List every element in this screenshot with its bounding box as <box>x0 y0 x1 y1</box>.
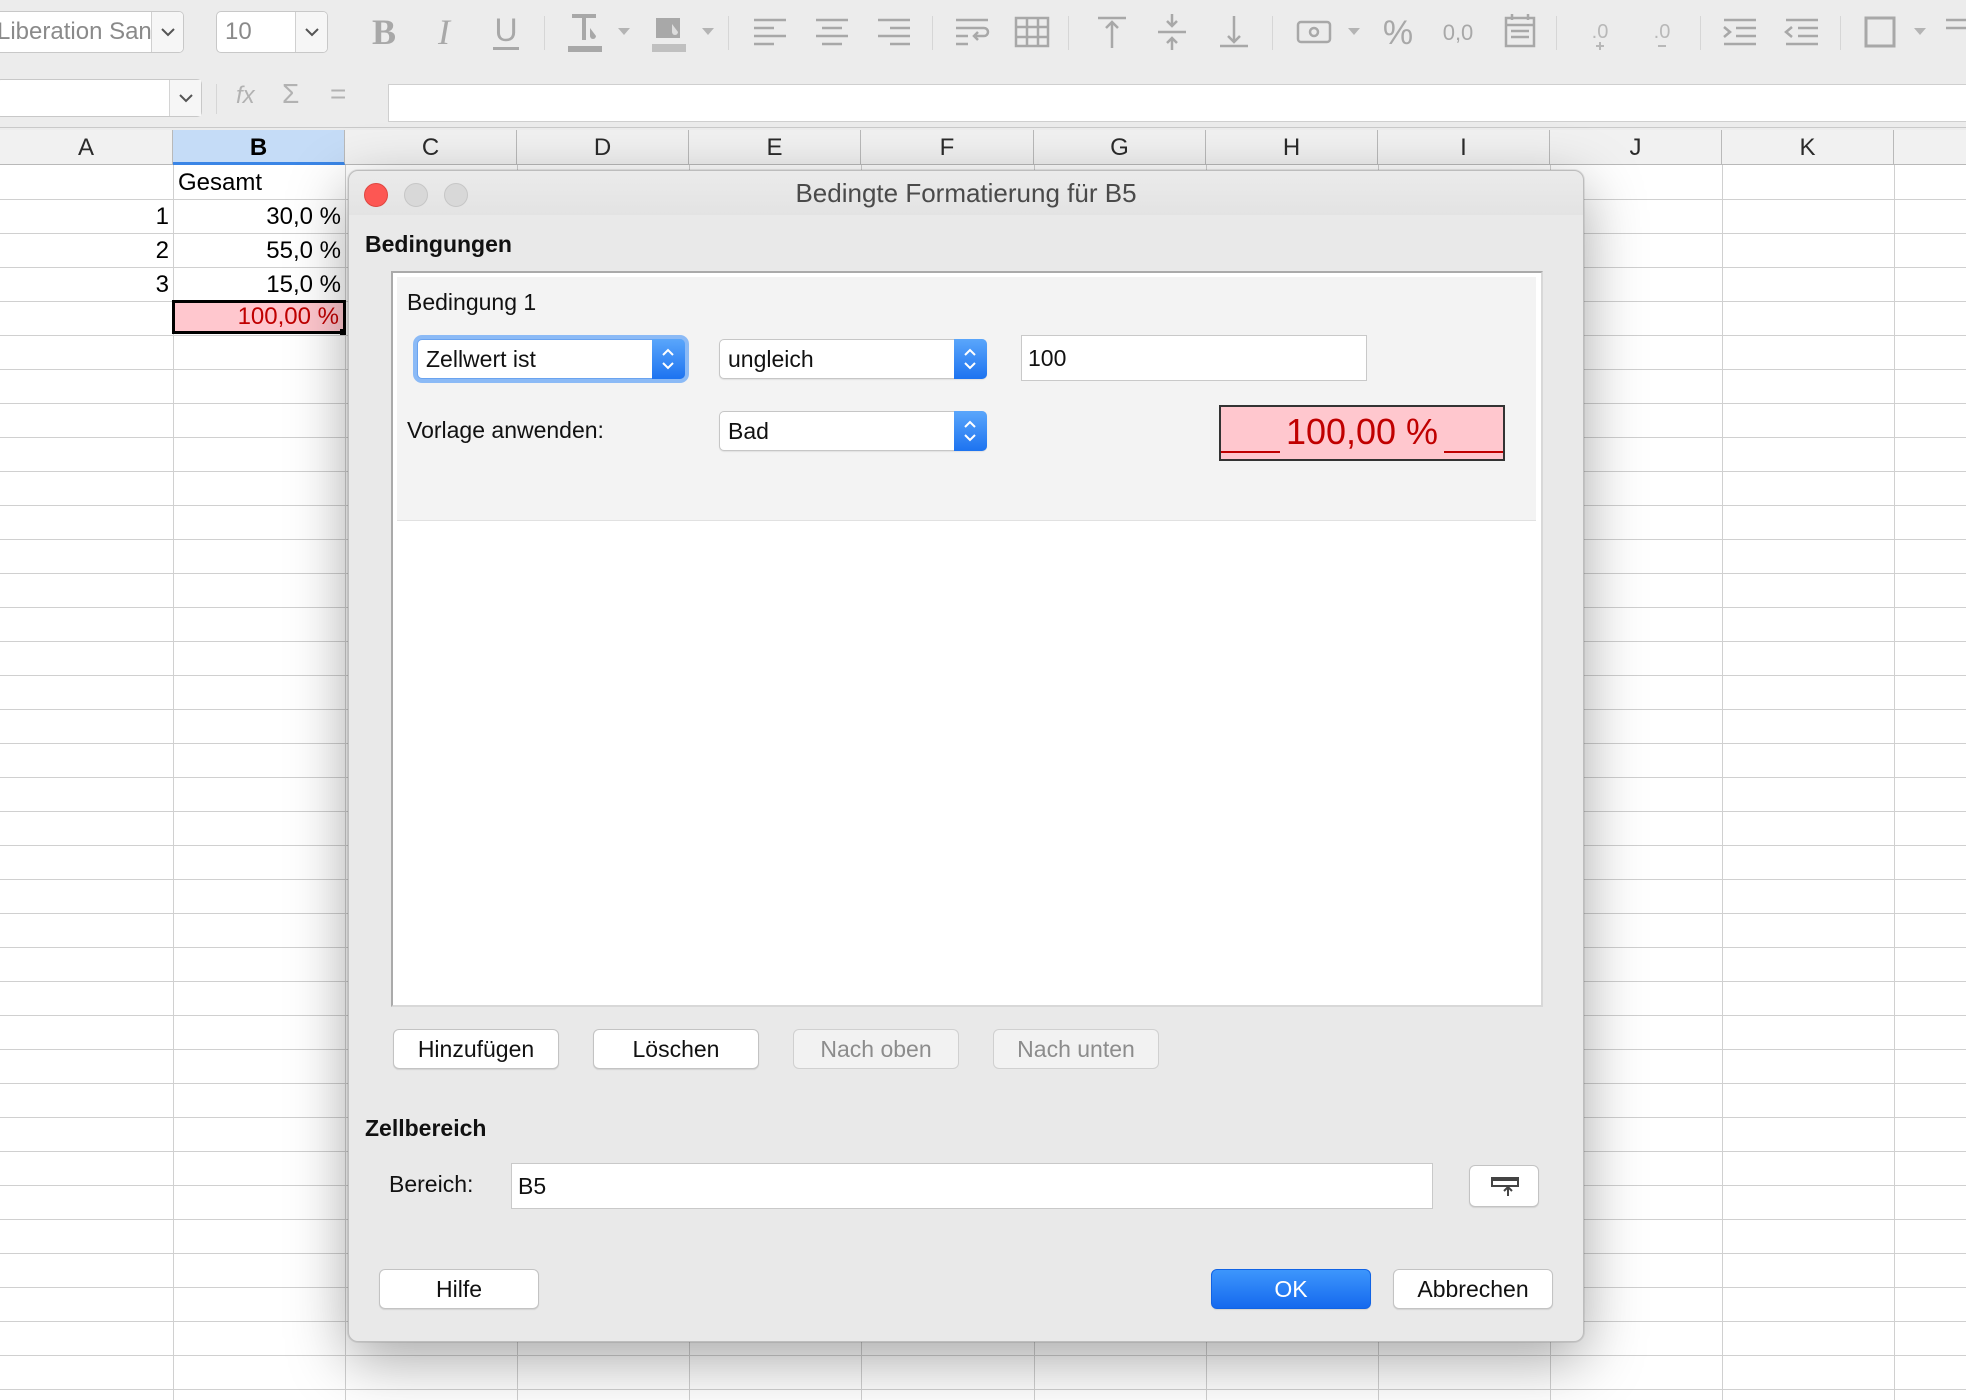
delete-decimal-icon[interactable]: .0 <box>1640 10 1684 54</box>
conditional-formatting-dialog: Bedingte Formatierung für B5 Bedingungen… <box>348 170 1584 1342</box>
increase-indent-icon[interactable] <box>1718 10 1762 54</box>
style-value: Bad <box>728 418 769 444</box>
add-decimal-icon[interactable]: .0 <box>1578 10 1622 54</box>
sum-icon[interactable]: Σ <box>282 78 299 110</box>
name-box[interactable] <box>0 79 202 117</box>
borders-icon[interactable] <box>1858 10 1902 54</box>
dialog-title: Bedingte Formatierung für B5 <box>795 178 1137 208</box>
apply-style-label: Vorlage anwenden: <box>407 417 604 443</box>
cell-a4[interactable]: 3 <box>0 268 173 301</box>
shrink-dialog-button[interactable] <box>1469 1165 1539 1207</box>
font-name-combo[interactable]: Liberation Sans <box>0 11 184 53</box>
cancel-button[interactable]: Abbrechen <box>1393 1269 1553 1309</box>
align-top-icon[interactable] <box>1090 10 1134 54</box>
column-header-b[interactable]: B <box>173 130 345 165</box>
range-input[interactable]: B5 <box>511 1163 1433 1209</box>
dialog-titlebar[interactable]: Bedingte Formatierung für B5 <box>349 171 1583 215</box>
delete-button[interactable]: Löschen <box>593 1029 759 1069</box>
column-header-g[interactable]: G <box>1034 130 1206 165</box>
style-select[interactable]: Bad <box>719 411 987 451</box>
align-bottom-icon[interactable] <box>1212 10 1256 54</box>
move-up-button[interactable]: Nach oben <box>793 1029 959 1069</box>
condition-entry[interactable]: Bedingung 1 Zellwert ist ungleich 100 Vo… <box>397 277 1536 521</box>
wrap-text-icon[interactable] <box>950 10 994 54</box>
function-wizard-icon[interactable]: fx <box>236 82 255 110</box>
chevron-down-icon[interactable] <box>169 80 201 116</box>
font-size-combo[interactable]: 10 <box>216 11 328 53</box>
select-stepper-icon <box>954 339 987 379</box>
conditions-list[interactable]: Bedingung 1 Zellwert ist ungleich 100 Vo… <box>391 271 1543 1007</box>
currency-format-icon[interactable] <box>1292 10 1336 54</box>
svg-text:.0: .0 <box>1654 21 1671 43</box>
font-name-value: Liberation Sans <box>0 18 164 45</box>
align-right-icon[interactable] <box>872 10 916 54</box>
font-size-value: 10 <box>225 18 252 45</box>
ok-button[interactable]: OK <box>1211 1269 1371 1309</box>
date-format-icon[interactable] <box>1498 10 1542 54</box>
style-preview: 100,00 % <box>1219 405 1505 461</box>
svg-text:%: % <box>1383 14 1413 52</box>
column-header-d[interactable]: D <box>517 130 689 165</box>
conditions-heading: Bedingungen <box>365 231 512 257</box>
cell-b4[interactable]: 15,0 % <box>173 268 345 301</box>
condition-operator-select[interactable]: ungleich <box>719 339 987 379</box>
column-header-e[interactable]: E <box>689 130 861 165</box>
column-header-k[interactable]: K <box>1722 130 1894 165</box>
cell-b1[interactable]: Gesamt <box>176 166 344 199</box>
column-header-h[interactable]: H <box>1206 130 1378 165</box>
column-header-l[interactable] <box>1894 130 1966 165</box>
range-label: Bereich: <box>389 1171 474 1197</box>
condition-operator-value: ungleich <box>728 346 814 372</box>
select-stepper-icon <box>652 339 685 379</box>
number-format-icon[interactable]: 0,0 <box>1436 10 1480 54</box>
column-header-row: A B C D E F G H I J K <box>0 130 1966 165</box>
condition-label: Bedingung 1 <box>407 289 537 315</box>
formatting-toolbar: Liberation Sans 10 B I U % 0,0 .0 .0 <box>0 0 1966 66</box>
svg-text:B: B <box>372 12 396 52</box>
font-color-icon[interactable] <box>562 10 606 54</box>
underline-icon[interactable]: U <box>484 10 528 54</box>
help-button[interactable]: Hilfe <box>379 1269 539 1309</box>
more-icon[interactable] <box>1940 10 1966 54</box>
chevron-down-icon[interactable] <box>151 12 183 52</box>
highlight-color-icon[interactable] <box>646 10 690 54</box>
cell-b5-selected[interactable]: 100,00 % <box>172 300 346 334</box>
condition-type-value: Zellwert ist <box>426 346 536 372</box>
column-header-a[interactable]: A <box>0 130 173 165</box>
fill-handle[interactable] <box>340 329 346 335</box>
merge-cells-icon[interactable] <box>1010 10 1054 54</box>
shrink-icon <box>1491 1177 1519 1196</box>
style-preview-text: 100,00 % <box>1279 407 1445 457</box>
percent-format-icon[interactable]: % <box>1376 10 1420 54</box>
select-stepper-icon <box>954 411 987 451</box>
cell-b3[interactable]: 55,0 % <box>173 234 345 267</box>
column-header-f[interactable]: F <box>861 130 1034 165</box>
column-header-j[interactable]: J <box>1550 130 1722 165</box>
svg-text:0,0: 0,0 <box>1443 20 1474 45</box>
italic-icon[interactable]: I <box>422 10 466 54</box>
formula-toolbar: fx Σ = <box>0 70 1966 128</box>
svg-text:.0: .0 <box>1592 21 1609 43</box>
svg-text:U: U <box>494 12 517 48</box>
align-center-icon[interactable] <box>810 10 854 54</box>
chevron-down-icon[interactable] <box>295 12 327 52</box>
cell-b2[interactable]: 30,0 % <box>173 200 345 233</box>
equals-icon[interactable]: = <box>330 78 346 110</box>
range-heading: Zellbereich <box>365 1115 487 1141</box>
cell-a3[interactable]: 2 <box>0 234 173 267</box>
condition-value-input[interactable]: 100 <box>1021 335 1367 381</box>
column-header-c[interactable]: C <box>345 130 517 165</box>
cell-a2[interactable]: 1 <box>0 200 173 233</box>
column-header-i[interactable]: I <box>1378 130 1550 165</box>
add-button[interactable]: Hinzufügen <box>393 1029 559 1069</box>
formula-input[interactable] <box>388 84 1966 122</box>
move-down-button[interactable]: Nach unten <box>993 1029 1159 1069</box>
center-vertically-icon[interactable] <box>1150 10 1194 54</box>
bold-icon[interactable]: B <box>362 10 406 54</box>
svg-text:I: I <box>437 12 452 52</box>
condition-type-select[interactable]: Zellwert ist <box>417 339 685 379</box>
decrease-indent-icon[interactable] <box>1780 10 1824 54</box>
align-left-icon[interactable] <box>748 10 792 54</box>
